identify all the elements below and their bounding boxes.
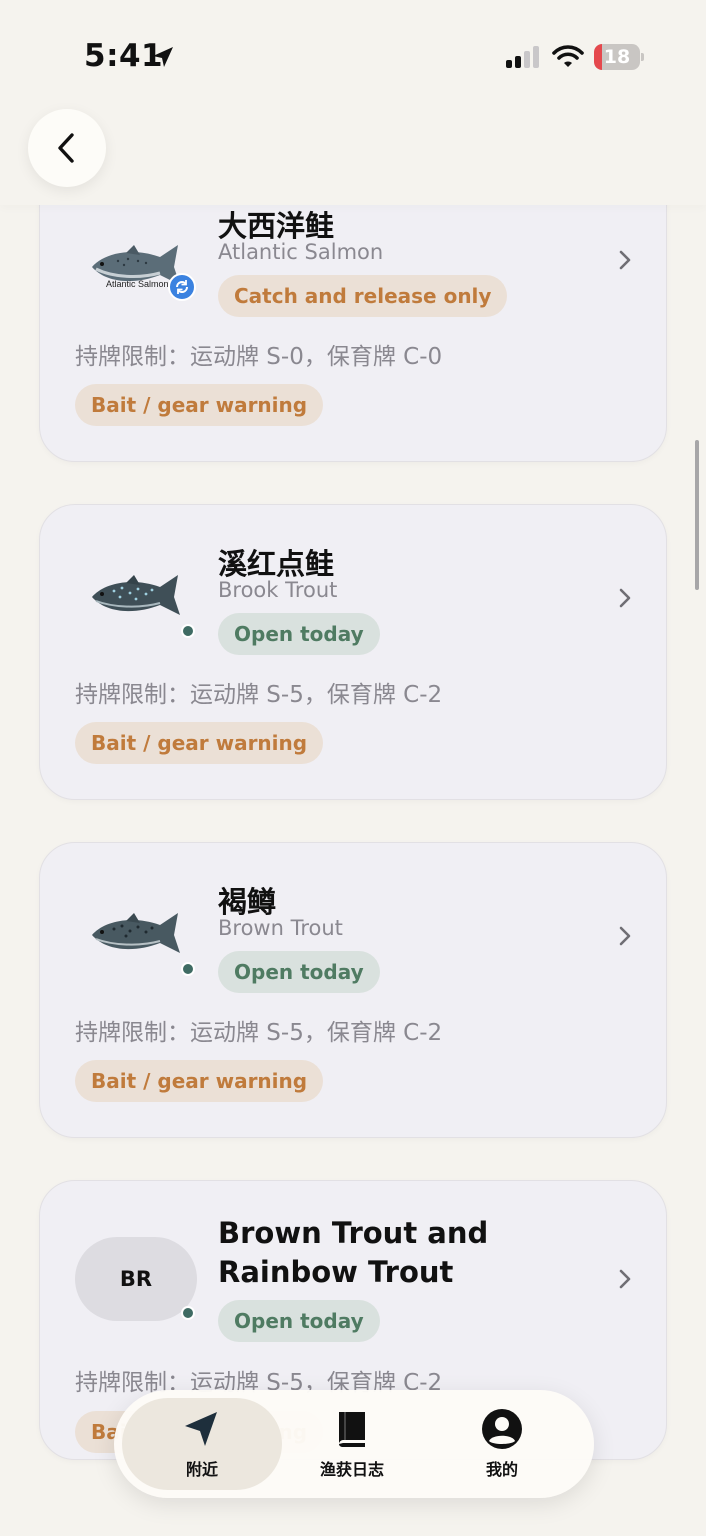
tab-bar: 附近 渔获日志 我的 [114, 1390, 594, 1498]
profile-icon [482, 1409, 522, 1449]
status-dot [181, 1306, 195, 1320]
status-pill: Open today [218, 951, 380, 993]
sync-badge [168, 273, 196, 301]
permit-limit: 持牌限制：运动牌 S-5，保育牌 C-2 [75, 682, 443, 708]
chevron-right-icon [619, 1269, 631, 1289]
species-name-en: Atlantic Salmon [218, 240, 384, 264]
status-dot [181, 624, 195, 638]
status-bar: 5:41 18 [0, 0, 706, 110]
gear-warning-pill: Bait / gear warning [75, 384, 324, 426]
chevron-right-icon [619, 250, 631, 270]
species-name-en: Brown Trout [218, 916, 343, 940]
location-arrow-icon [153, 47, 173, 67]
thumbnail-caption: Atlantic Salmon [106, 279, 169, 289]
species-card-brook-trout[interactable]: 溪红点鲑 Brook Trout Open today 持牌限制：运动牌 S-5… [39, 504, 667, 800]
chevron-left-icon [58, 133, 74, 163]
tab-label: 渔获日志 [319, 1460, 384, 1479]
status-pill: Catch and release only [218, 275, 508, 317]
scrollbar[interactable] [695, 440, 699, 590]
permit-limit: 持牌限制：运动牌 S-0，保育牌 C-0 [75, 344, 443, 370]
back-button[interactable] [28, 109, 106, 187]
species-name-zh: 大西洋鲑 [218, 209, 335, 243]
tab-nearby[interactable]: 附近 [122, 1398, 282, 1490]
cellular-signal-icon [506, 46, 539, 68]
species-name-zh: 褐鳟 [218, 885, 277, 919]
status-pill: Open today [218, 613, 380, 655]
screen: Atlantic Salmon 大西洋鲑 Atlantic Salmon Cat… [0, 0, 706, 1536]
fish-thumbnail [92, 913, 180, 953]
species-name-en: Brook Trout [218, 578, 338, 602]
species-name-zh: 溪红点鲑 [218, 547, 335, 581]
gear-warning-pill: Bait / gear warning [75, 1060, 324, 1102]
status-dot [181, 962, 195, 976]
navigation-arrow-icon [185, 1412, 217, 1446]
fish-thumbnail [92, 575, 180, 615]
chevron-right-icon [619, 588, 631, 608]
chevron-right-icon [619, 926, 631, 946]
battery-icon: 18 [594, 44, 644, 70]
status-pill: Open today [218, 1300, 380, 1342]
permit-limit: 持牌限制：运动牌 S-5，保育牌 C-2 [75, 1020, 443, 1046]
tab-profile[interactable]: 我的 [422, 1398, 582, 1490]
tab-label: 附近 [185, 1460, 218, 1479]
gear-warning-pill: Bait / gear warning [75, 722, 324, 764]
species-card-brown-trout[interactable]: 褐鳟 Brown Trout Open today 持牌限制：运动牌 S-5，保… [39, 842, 667, 1138]
book-icon [339, 1412, 365, 1447]
wifi-icon [552, 45, 584, 67]
tab-catch-log[interactable]: 渔获日志 [272, 1398, 432, 1490]
sync-icon [176, 280, 188, 294]
tab-label: 我的 [485, 1460, 518, 1479]
species-name: Brown Trout and Rainbow Trout [218, 1216, 489, 1289]
species-initials-avatar: BR [75, 1237, 197, 1321]
battery-level: 18 [603, 46, 631, 68]
